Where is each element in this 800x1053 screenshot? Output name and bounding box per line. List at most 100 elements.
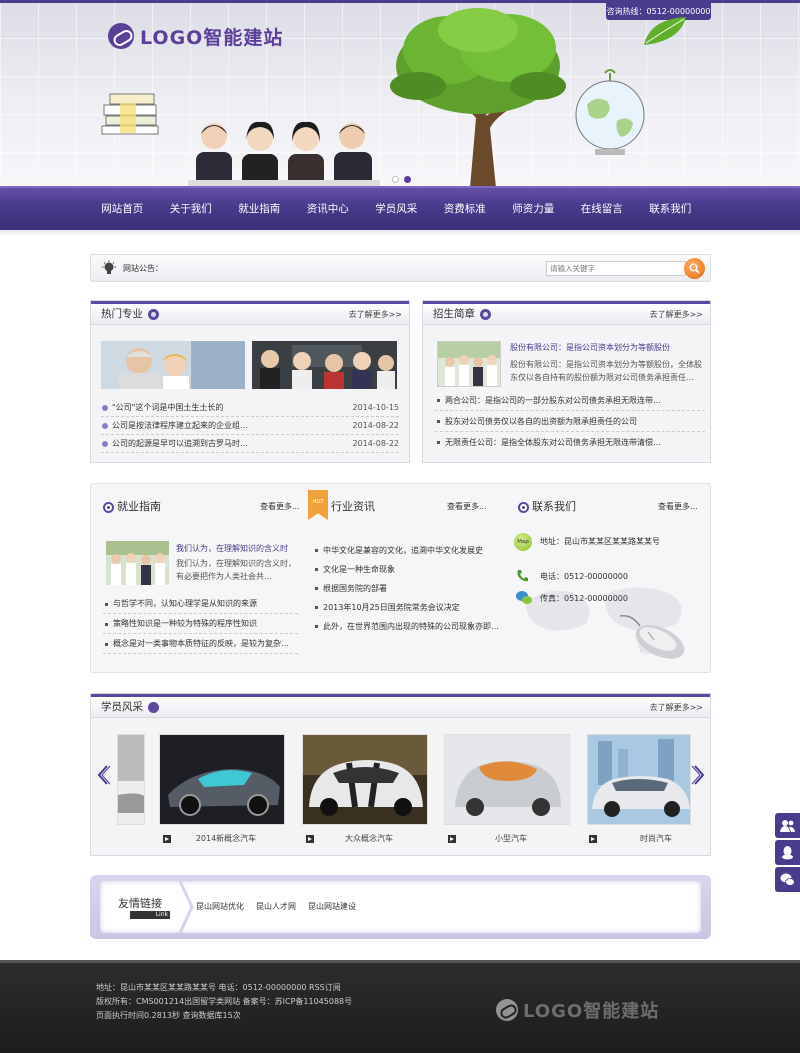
qq-penguin-icon <box>782 846 793 860</box>
friend-links-panel: 友情链接 Link 昆山网站优化 昆山人才网 昆山网站建设 <box>90 875 711 939</box>
side-qq-button[interactable] <box>775 840 800 865</box>
search-input[interactable] <box>546 261 686 276</box>
list-item-date: 2014-08-22 <box>352 439 400 448</box>
gallery-partial-photo[interactable] <box>117 734 145 825</box>
notice-bar: 网站公告： <box>90 254 711 282</box>
side-wechat-button[interactable] <box>775 867 800 892</box>
gallery-more-link[interactable]: 去了解更多>> <box>650 697 703 718</box>
list-item[interactable]: 2013年10月25日国务院常务会议决定 <box>313 598 498 617</box>
enroll-photo[interactable] <box>437 341 501 387</box>
list-item[interactable]: 公司的起源是早可以追溯到古罗马时… 2014-08-22 <box>101 435 399 453</box>
search-button[interactable] <box>684 258 705 279</box>
phone-icon <box>517 570 528 582</box>
caption-text: 小型汽车 <box>495 834 527 843</box>
hot-major-more-link[interactable]: 去了解更多>> <box>349 304 402 325</box>
list-item[interactable]: 此外，在世界范围内出现的特殊的公司现象亦即… <box>313 617 498 636</box>
list-item[interactable]: 概念是对一类事物本质特征的反映，是较为复杂… <box>103 634 298 654</box>
bullet-icon <box>105 603 108 606</box>
gallery-next-arrow-icon[interactable] <box>691 764 707 786</box>
industry-title: 行业资讯 <box>331 500 375 513</box>
enroll-feature-title[interactable]: 股份有限公司：是指公司资本划分为等额股份 <box>510 341 706 354</box>
list-item[interactable]: 策略性知识是一种较为特殊的程序性知识 <box>103 614 298 634</box>
nav-contact[interactable]: 联系我们 <box>636 188 705 230</box>
enroll-dot-icon <box>480 309 491 320</box>
industry-more-link[interactable]: 查看更多... <box>447 494 487 520</box>
nav-news[interactable]: 资讯中心 <box>294 188 363 230</box>
contact-more-link[interactable]: 查看更多... <box>658 494 698 520</box>
friend-link[interactable]: 昆山网站建设 <box>308 881 356 933</box>
bullet-icon <box>315 625 318 628</box>
site-logo[interactable]: LOGO智能建站 <box>108 22 283 50</box>
list-item[interactable]: 两合公司：是指公司的一部分股东对公司债务承担无限连带… <box>435 390 705 411</box>
list-item[interactable]: 股东对公司债务仅以各自的出资额为限承担责任的公司 <box>435 411 705 432</box>
side-customer-service-button[interactable] <box>775 813 800 838</box>
friend-link[interactable]: 昆山人才网 <box>256 881 296 933</box>
list-item[interactable]: 根据国务院的部署 <box>313 579 498 598</box>
info-columns-panel: 就业指南 查看更多... 我们认为，在理解知识的含义时 我们认为，在理解知识的含… <box>90 483 711 673</box>
list-item[interactable]: "公司"这个词是中国土生土长的 2014-10-15 <box>101 399 399 417</box>
gallery-caption-1[interactable]: 2014新概念汽车 <box>163 832 289 846</box>
bullet-icon <box>315 587 318 590</box>
hot-major-photo-1[interactable] <box>101 341 245 389</box>
enroll-title: 招生简章 <box>433 308 475 320</box>
photo-icon <box>106 541 169 585</box>
gallery-photo-4[interactable] <box>587 734 691 825</box>
job-guide-list: 与哲学不同，认知心理学是从知识的来源 策略性知识是一种较为特殊的程序性知识 概念… <box>103 594 298 654</box>
list-item-text: 两合公司：是指公司的一部分股东对公司债务承担无限连带… <box>445 396 661 405</box>
friend-link[interactable]: 昆山网站优化 <box>196 881 244 933</box>
enroll-header: 招生简章 去了解更多>> <box>423 301 710 325</box>
industry-header: 行业资讯 查看更多... <box>331 494 501 520</box>
bullet-icon <box>315 606 318 609</box>
photo-icon <box>101 341 245 389</box>
job-guide-feature-title[interactable]: 我们认为，在理解知识的含义时 <box>176 542 296 555</box>
footer-info: 地址：昆山市某某区某某路某某号 电话：0512-00000000 RSS订阅 版… <box>96 981 352 1023</box>
nav-fees[interactable]: 资费标准 <box>431 188 500 230</box>
nav-job-guide[interactable]: 就业指南 <box>225 188 294 230</box>
caption-text: 大众概念汽车 <box>345 834 393 843</box>
list-item-text: 策略性知识是一种较为特殊的程序性知识 <box>113 619 257 628</box>
gallery-prev-arrow-icon[interactable] <box>95 764 111 786</box>
gallery-photo-3[interactable] <box>444 734 570 825</box>
list-item-text: 概念是对一类事物本质特征的反映，是较为复杂… <box>113 639 289 648</box>
contact-phone: 电话：0512-00000000 <box>540 572 628 581</box>
banner-pager-dot[interactable] <box>392 176 399 183</box>
hot-major-photo-2[interactable] <box>252 341 397 389</box>
list-item[interactable]: 无限责任公司：是指全体股东对公司债务承担无限连带清偿… <box>435 432 705 453</box>
industry-list: 中华文化是兼容的文化，追溯中华文化发展史 文化是一种生命现象 根据国务院的部署 … <box>313 541 498 636</box>
footer-exec-time: 页面执行时间0.2813秒 查询数据库15次 <box>96 1011 241 1020</box>
students-illustration-icon <box>188 121 380 188</box>
footer-logo-text: LOGO智能建站 <box>523 1001 660 1022</box>
friend-links-inner: 友情链接 Link 昆山网站优化 昆山人才网 昆山网站建设 <box>100 881 701 933</box>
gallery-caption-3[interactable]: 小型汽车 <box>448 832 574 846</box>
contact-title: 联系我们 <box>532 500 576 513</box>
nav-home[interactable]: 网站首页 <box>88 188 157 230</box>
nav-about[interactable]: 关于我们 <box>157 188 226 230</box>
gallery-photo-2[interactable] <box>302 734 428 825</box>
banner-pager <box>392 176 411 183</box>
footer-logo[interactable]: LOGO智能建站 <box>496 997 659 1023</box>
gallery-photo-1[interactable] <box>159 734 285 825</box>
job-guide-more-link[interactable]: 查看更多... <box>260 494 300 520</box>
job-guide-photo[interactable] <box>106 541 169 585</box>
job-guide-feature-desc: 我们认为，在理解知识的含义时，有必要把作为人类社会共… <box>176 559 296 581</box>
footer-copyright: 版权所有：CMS001214出国留学类网站 备案号：苏ICP备11045088号 <box>96 997 353 1006</box>
nav-message[interactable]: 在线留言 <box>568 188 637 230</box>
list-item[interactable]: 公司是按法律程序建立起来的企业组… 2014-08-22 <box>101 417 399 435</box>
enroll-more-link[interactable]: 去了解更多>> <box>650 304 703 325</box>
bullet-icon <box>437 399 440 402</box>
play-icon <box>448 835 456 843</box>
banner-pager-dot-active[interactable] <box>404 176 411 183</box>
gallery-caption-4[interactable]: 时尚汽车 <box>589 832 693 846</box>
main-nav: 网站首页 关于我们 就业指南 资讯中心 学员风采 资费标准 师资力量 在线留言 … <box>0 186 800 230</box>
gallery-caption-2[interactable]: 大众概念汽车 <box>306 832 432 846</box>
enroll-panel: 招生简章 去了解更多>> 股份有限公司：是指公司资本划分为等额股份 股份有限公司… <box>422 300 711 463</box>
nav-teachers[interactable]: 师资力量 <box>499 188 568 230</box>
bullet-icon <box>105 643 108 646</box>
list-item[interactable]: 中华文化是兼容的文化，追溯中华文化发展史 <box>313 541 498 560</box>
nav-students[interactable]: 学员风采 <box>362 188 431 230</box>
job-guide-header: 就业指南 查看更多... <box>103 494 303 520</box>
list-item[interactable]: 文化是一种生命现象 <box>313 560 498 579</box>
car-photo-icon <box>588 735 690 824</box>
list-item[interactable]: 与哲学不同，认知心理学是从知识的来源 <box>103 594 298 614</box>
car-photo-icon <box>118 735 144 824</box>
